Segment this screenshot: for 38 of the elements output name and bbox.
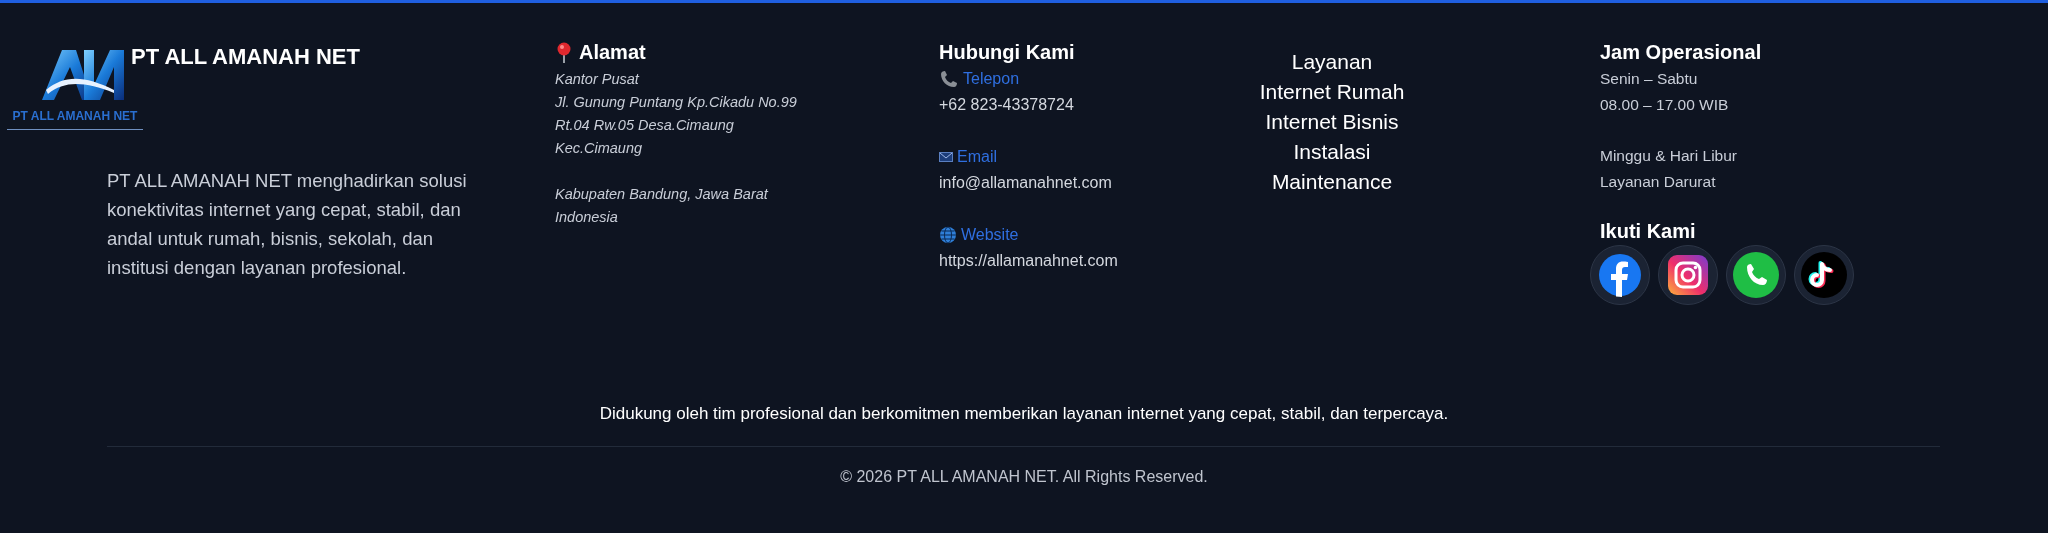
column-heading: Hubungi Kami — [939, 41, 1076, 64]
contact-link[interactable]: Website — [961, 226, 1019, 244]
address-line: Rt.04 Rw.05 Desa.Cimaung — [555, 116, 735, 135]
envelope-icon — [939, 152, 953, 162]
address-line: Kantor Pusat — [555, 70, 641, 89]
contact-value: info@allamanahnet.com — [939, 173, 1113, 193]
address-line: Indonesia — [555, 208, 619, 227]
service-item: Internet Rumah — [1258, 79, 1406, 105]
hours-line: Senin – Sabtu — [1600, 69, 1699, 89]
address-line: Kabupaten Bandung, Jawa Barat — [555, 185, 770, 204]
copyright: © 2026 PT ALL AMANAH NET. All Rights Reserved. — [840, 468, 1208, 485]
contact-value: +62 823-43378724 — [939, 95, 1075, 115]
hours-line: 08.00 – 17.00 WIB — [1600, 94, 1730, 115]
hours-line: Minggu & Hari Libur — [1600, 146, 1738, 166]
contact-link[interactable]: Telepon — [963, 70, 1020, 88]
logo-text: PT ALL AMANAH NET — [12, 109, 138, 123]
address-line: Jl. Gunung Puntang Kp.Cikadu No.99 — [555, 93, 798, 112]
services-heading: Layanan — [1290, 49, 1374, 75]
company-description: PT ALL AMANAH NET menghadirkan solusi konektivitas internet yang cepat, stabil, dan andal untuk rumah, bisnis, sekolah, dan institusi dengan layanan profesional. — [107, 169, 468, 280]
service-item: Maintenance — [1270, 169, 1394, 195]
tiktok-icon[interactable] — [1801, 252, 1847, 298]
service-item: Instalasi — [1292, 139, 1372, 165]
column-heading: Jam Operasional — [1600, 41, 1763, 64]
column-heading: Alamat — [579, 41, 646, 64]
address-line: Kec.Cimaung — [555, 139, 644, 158]
phone-icon[interactable] — [1733, 252, 1779, 298]
contact-link[interactable]: Email — [957, 148, 997, 166]
pin-icon — [555, 41, 573, 64]
globe-icon — [939, 226, 957, 244]
column-heading: Ikuti Kami — [1600, 220, 1697, 243]
company-name: PT ALL AMANAH NET — [131, 44, 360, 70]
hours-line: Layanan Darurat — [1600, 171, 1717, 192]
contact-value: https://allamanahnet.com — [939, 251, 1119, 271]
tagline: Didukung oleh tim profesional dan berkomitmen memberikan layanan internet yang cepat, stabil, dan terpercaya. — [599, 404, 1449, 423]
facebook-icon[interactable] — [1598, 253, 1642, 297]
instagram-icon[interactable] — [1668, 255, 1708, 295]
phone-icon — [939, 70, 959, 88]
service-item: Internet Bisnis — [1264, 109, 1400, 135]
